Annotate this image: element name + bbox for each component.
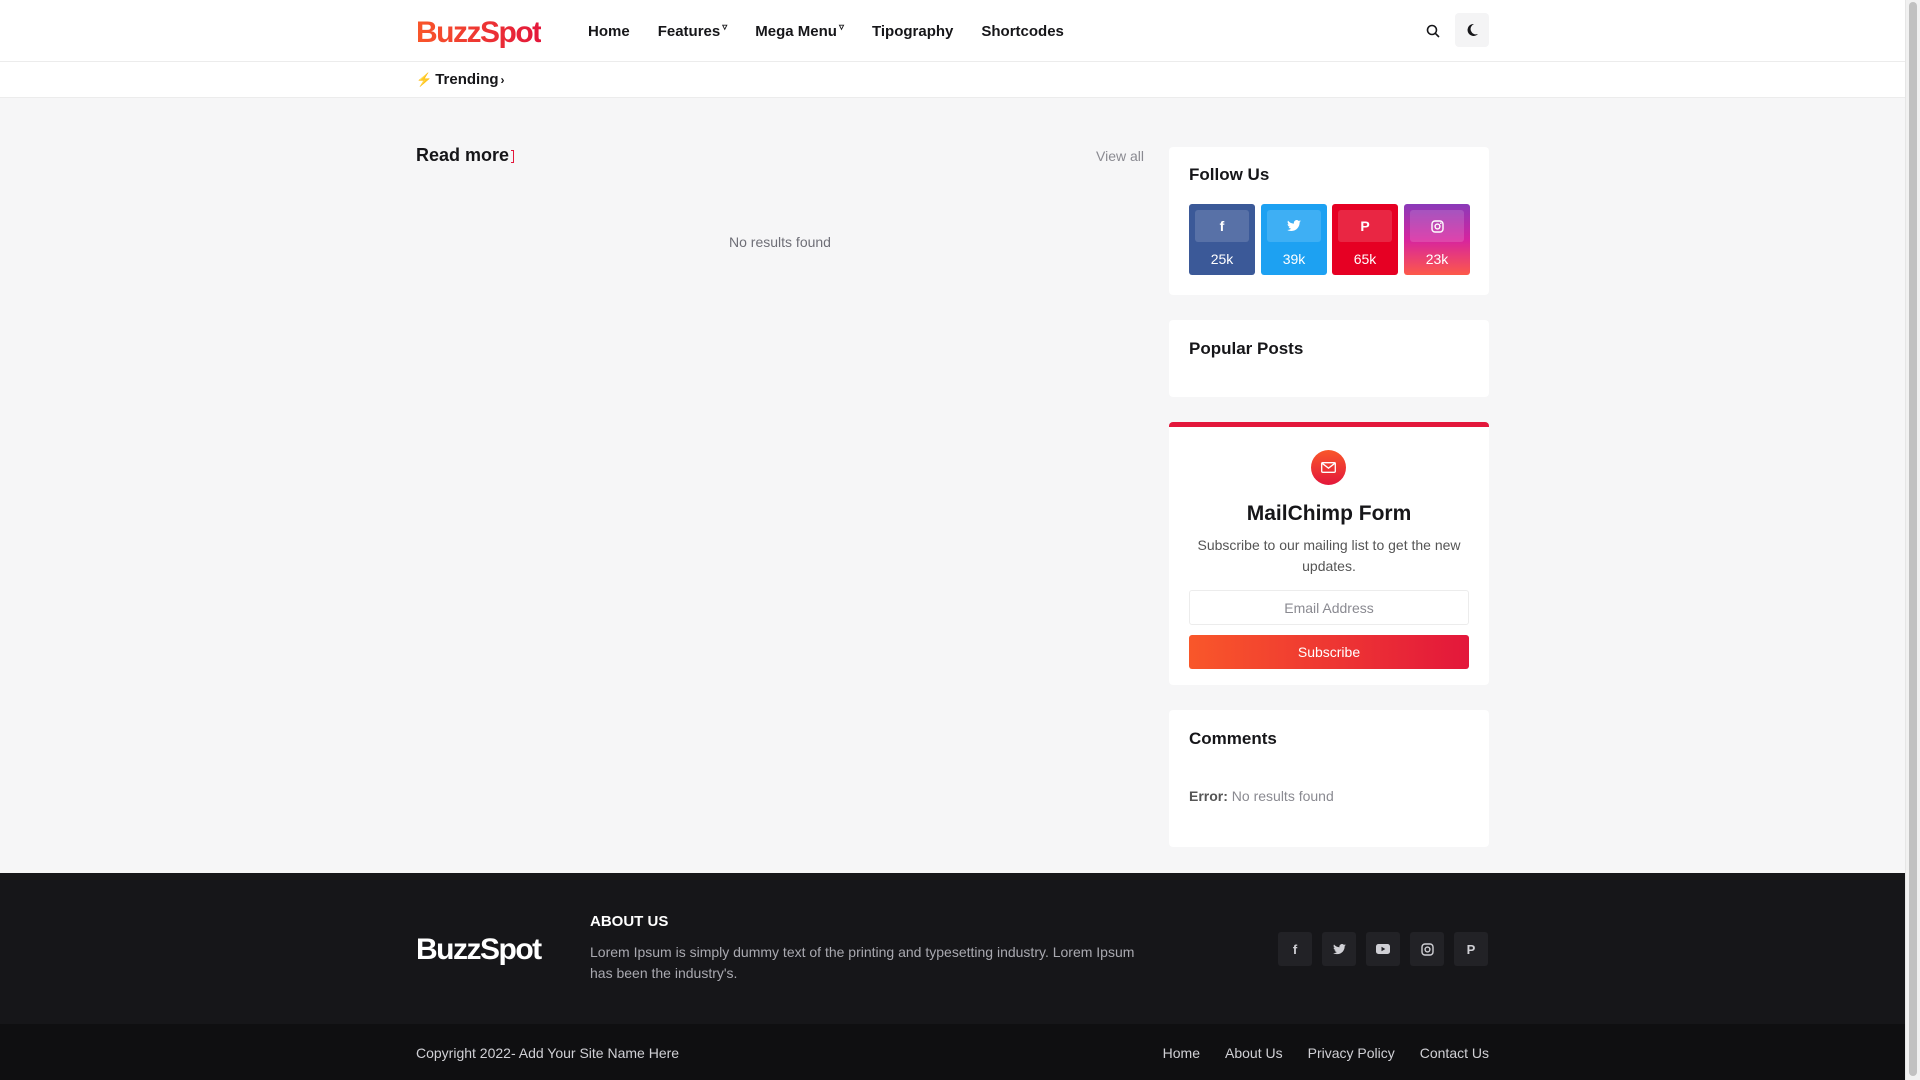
footer-bottom-bar: Copyright 2022- Add Your Site Name Here … [0,1024,1905,1080]
instagram-follow-button[interactable]: 23k [1404,204,1470,275]
twitter-icon[interactable] [1322,932,1356,966]
widget-title: Follow Us [1189,165,1270,184]
envelope-icon [1311,450,1346,485]
nav-item-home[interactable]: Home [588,23,630,40]
copyright-text: Copyright 2022- Add Your Site Name Here [416,1045,680,1061]
mailchimp-widget: MailChimp Form Subscribe to our mailing … [1169,422,1489,685]
footer-about-title: ABOUT US [590,913,669,930]
mailchimp-title: MailChimp Form [1246,502,1412,525]
comments-widget: Comments Error: No results found [1169,710,1489,847]
footer-menu: Home About Us Privacy Policy Contact Us [1138,1045,1489,1061]
twitter-icon [1267,210,1321,242]
nav-item-tipography[interactable]: Tipography [872,23,953,40]
nav-label: Mega Menu [755,22,837,40]
logo-text: BuzzSpot [416,16,542,49]
widget-title: Popular Posts [1189,339,1304,358]
section-title-text: Read more [416,145,510,165]
nav-label: Tipography [871,22,954,40]
widget-title: Comments [1189,729,1277,748]
nav-item-mega-menu[interactable]: Mega Menu ▿ [755,21,844,40]
page: BuzzSpot Home Features ▿ Mega Menu ▿ Tipog… [0,0,1905,1080]
error-label: Error: [1189,788,1228,804]
nav-label: Home [588,22,630,40]
follower-count: 23k [1425,251,1449,267]
facebook-icon: f [1195,210,1249,242]
follow-us-widget: Follow Us f 25k 39k P 65k 23k [1169,147,1489,295]
facebook-follow-button[interactable]: f 25k [1189,204,1255,275]
mailchimp-description: Subscribe to our mailing list to get the… [1197,537,1461,574]
popular-posts-widget: Popular Posts [1169,320,1489,397]
twitter-follow-button[interactable]: 39k [1261,204,1327,275]
instagram-icon[interactable] [1410,932,1444,966]
subscribe-button[interactable]: Subscribe [1189,635,1469,669]
site-logo[interactable]: BuzzSpot [416,16,561,50]
follower-count: 25k [1210,251,1234,267]
nav-label: Shortcodes [981,22,1064,40]
trending-text: Trending [435,71,499,88]
pinterest-icon[interactable]: P [1454,932,1488,966]
bolt-icon: ⚡ [416,71,433,87]
empty-message: No results found [729,234,831,250]
search-icon[interactable] [1422,20,1444,42]
scrollbar-thumb[interactable] [1909,2,1917,1076]
pinterest-follow-button[interactable]: P 65k [1332,204,1398,275]
trending-label[interactable]: ⚡ Trending › [416,71,505,88]
title-accent-mark [511,150,515,163]
footer-link-privacy-policy[interactable]: Privacy Policy [1308,1045,1395,1061]
instagram-icon [1410,210,1464,242]
email-field[interactable] [1189,590,1469,625]
youtube-icon[interactable] [1366,932,1400,966]
chevron-down-icon: ▿ [722,21,728,33]
nav-label: Features [657,22,721,40]
chevron-down-icon: ▿ [838,21,844,33]
site-footer: BuzzSpot ABOUT US Lorem Ipsum is simply … [0,873,1905,1024]
page-scrollbar[interactable] [1905,0,1920,1080]
view-all-link[interactable]: View all [1096,148,1144,164]
footer-logo[interactable]: BuzzSpot [416,933,542,967]
pinterest-icon: P [1338,210,1392,242]
section-title: Read more [416,145,515,166]
site-header: BuzzSpot Home Features ▿ Mega Menu ▿ Tipog… [0,0,1905,62]
footer-about-text: Lorem Ipsum is simply dummy text of the … [590,944,1135,981]
main-nav: Home Features ▿ Mega Menu ▿ Tipography Sho… [574,0,1078,62]
nav-item-shortcodes[interactable]: Shortcodes [981,23,1064,40]
comments-error: Error: No results found [1189,788,1334,804]
trending-bar: ⚡ Trending › [0,62,1905,98]
chevron-right-icon: › [500,72,505,87]
error-text: No results found [1227,788,1334,804]
facebook-icon[interactable]: f [1278,932,1312,966]
follower-count: 39k [1282,251,1306,267]
nav-item-features[interactable]: Features ▿ [657,21,728,40]
footer-link-home[interactable]: Home [1163,1045,1200,1061]
footer-link-contact-us[interactable]: Contact Us [1420,1045,1489,1061]
follower-count: 65k [1353,251,1377,267]
footer-link-about-us[interactable]: About Us [1225,1045,1283,1061]
moon-icon[interactable] [1455,13,1489,47]
